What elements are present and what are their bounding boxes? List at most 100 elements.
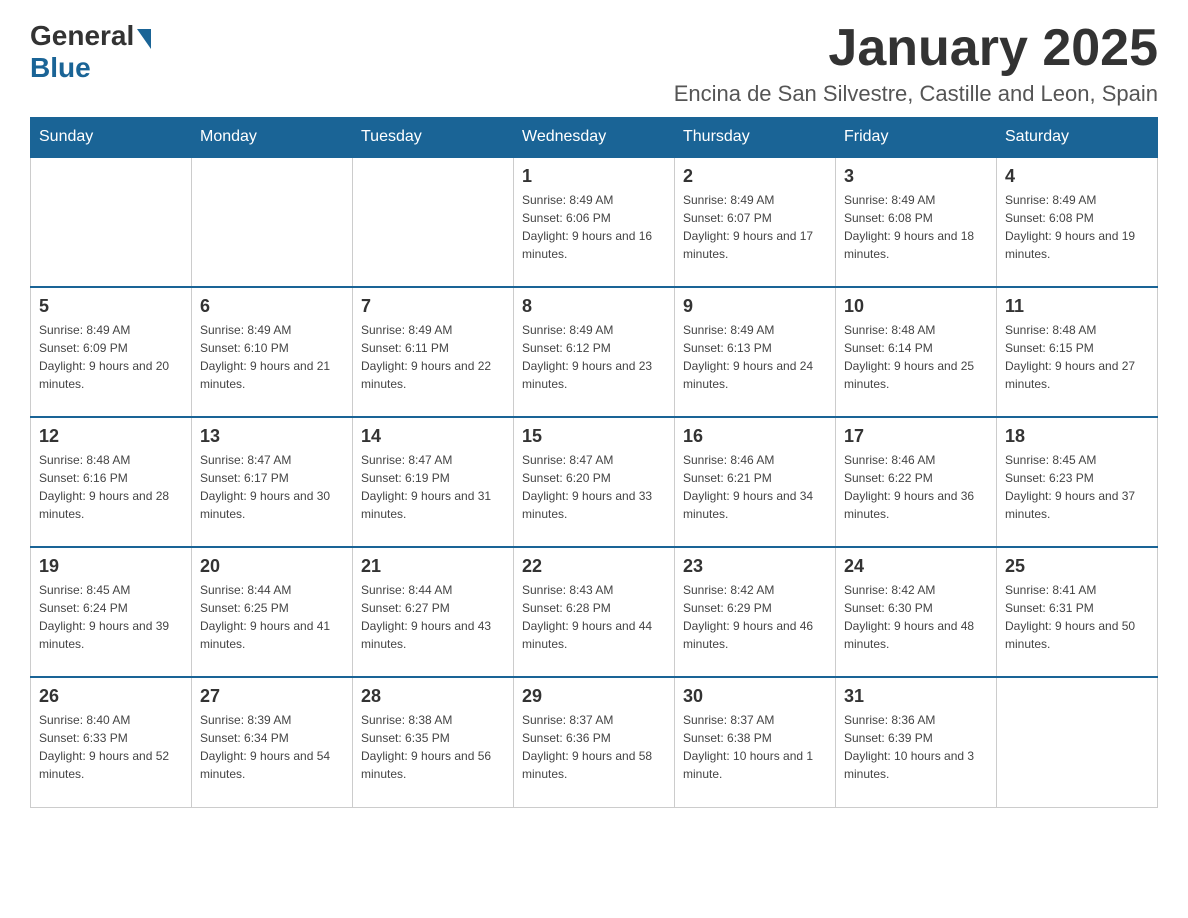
calendar-week-row: 26 Sunrise: 8:40 AM Sunset: 6:33 PM Dayli… (31, 677, 1158, 807)
day-number: 6 (200, 296, 344, 317)
calendar-day-cell: 5 Sunrise: 8:49 AM Sunset: 6:09 PM Daylig… (31, 287, 192, 417)
calendar-week-row: 12Sunrise: 8:48 AM Sunset: 6:16 PM Dayli… (31, 417, 1158, 547)
calendar-day-cell (353, 157, 514, 287)
day-info: Sunrise: 8:42 AM Sunset: 6:30 PM Dayligh… (844, 581, 988, 653)
calendar-day-cell: 14 Sunrise: 8:47 AM Sunset: 6:19 PM Dayli… (353, 417, 514, 547)
calendar-header-row: SundayMondayTuesdayWednesdayThursdayFrid… (31, 118, 1158, 158)
calendar-day-cell: 12Sunrise: 8:48 AM Sunset: 6:16 PM Dayli… (31, 417, 192, 547)
day-info: Sunrise: 8:47 AM Sunset: 6:17 PM Dayligh… (200, 451, 344, 523)
calendar-day-cell: 15Sunrise: 8:47 AM Sunset: 6:20 PM Dayli… (514, 417, 675, 547)
page-header: General Blue January 2025 Encina de San … (30, 20, 1158, 107)
calendar-day-cell: 28 Sunrise: 8:38 AM Sunset: 6:35 PM Dayli… (353, 677, 514, 807)
title-section: January 2025 Encina de San Silvestre, Ca… (674, 20, 1158, 107)
day-number: 26 (39, 686, 183, 707)
day-info: Sunrise: 8:40 AM Sunset: 6:33 PM Dayligh… (39, 711, 183, 783)
day-info: Sunrise: 8:47 AM Sunset: 6:19 PM Dayligh… (361, 451, 505, 523)
day-info: Sunrise: 8:49 AM Sunset: 6:09 PM Dayligh… (39, 321, 183, 393)
day-number: 27 (200, 686, 344, 707)
day-info: Sunrise: 8:37 AM Sunset: 6:36 PM Dayligh… (522, 711, 666, 783)
calendar-day-header: Tuesday (353, 118, 514, 158)
day-info: Sunrise: 8:49 AM Sunset: 6:11 PM Dayligh… (361, 321, 505, 393)
day-number: 9 (683, 296, 827, 317)
day-number: 19 (39, 556, 183, 577)
calendar-day-header: Saturday (997, 118, 1158, 158)
calendar-day-cell: 29 Sunrise: 8:37 AM Sunset: 6:36 PM Dayli… (514, 677, 675, 807)
calendar-day-cell: 9 Sunrise: 8:49 AM Sunset: 6:13 PM Daylig… (675, 287, 836, 417)
calendar-day-cell: 30 Sunrise: 8:37 AM Sunset: 6:38 PM Dayli… (675, 677, 836, 807)
day-number: 16 (683, 426, 827, 447)
day-number: 13 (200, 426, 344, 447)
calendar-day-header: Monday (192, 118, 353, 158)
day-info: Sunrise: 8:44 AM Sunset: 6:27 PM Dayligh… (361, 581, 505, 653)
day-info: Sunrise: 8:48 AM Sunset: 6:15 PM Dayligh… (1005, 321, 1149, 393)
calendar-day-header: Thursday (675, 118, 836, 158)
day-number: 7 (361, 296, 505, 317)
day-info: Sunrise: 8:48 AM Sunset: 6:14 PM Dayligh… (844, 321, 988, 393)
day-number: 1 (522, 166, 666, 187)
day-number: 29 (522, 686, 666, 707)
day-info: Sunrise: 8:36 AM Sunset: 6:39 PM Dayligh… (844, 711, 988, 783)
calendar-day-cell: 1 Sunrise: 8:49 AM Sunset: 6:06 PM Daylig… (514, 157, 675, 287)
day-number: 24 (844, 556, 988, 577)
month-title: January 2025 (674, 20, 1158, 77)
calendar-day-cell: 7 Sunrise: 8:49 AM Sunset: 6:11 PM Daylig… (353, 287, 514, 417)
calendar-day-cell: 10 Sunrise: 8:48 AM Sunset: 6:14 PM Dayli… (836, 287, 997, 417)
day-number: 20 (200, 556, 344, 577)
day-info: Sunrise: 8:49 AM Sunset: 6:08 PM Dayligh… (1005, 191, 1149, 263)
calendar-day-header: Wednesday (514, 118, 675, 158)
day-number: 2 (683, 166, 827, 187)
calendar-day-header: Sunday (31, 118, 192, 158)
day-info: Sunrise: 8:43 AM Sunset: 6:28 PM Dayligh… (522, 581, 666, 653)
day-number: 31 (844, 686, 988, 707)
calendar-day-cell: 18Sunrise: 8:45 AM Sunset: 6:23 PM Dayli… (997, 417, 1158, 547)
calendar-day-cell: 19Sunrise: 8:45 AM Sunset: 6:24 PM Dayli… (31, 547, 192, 677)
location-title: Encina de San Silvestre, Castille and Le… (674, 81, 1158, 107)
day-number: 5 (39, 296, 183, 317)
day-info: Sunrise: 8:45 AM Sunset: 6:23 PM Dayligh… (1005, 451, 1149, 523)
calendar-day-cell: 11Sunrise: 8:48 AM Sunset: 6:15 PM Dayli… (997, 287, 1158, 417)
day-info: Sunrise: 8:49 AM Sunset: 6:07 PM Dayligh… (683, 191, 827, 263)
day-info: Sunrise: 8:38 AM Sunset: 6:35 PM Dayligh… (361, 711, 505, 783)
day-info: Sunrise: 8:39 AM Sunset: 6:34 PM Dayligh… (200, 711, 344, 783)
day-info: Sunrise: 8:47 AM Sunset: 6:20 PM Dayligh… (522, 451, 666, 523)
calendar-day-cell: 27 Sunrise: 8:39 AM Sunset: 6:34 PM Dayli… (192, 677, 353, 807)
calendar-day-cell: 24 Sunrise: 8:42 AM Sunset: 6:30 PM Dayli… (836, 547, 997, 677)
calendar-day-cell: 6Sunrise: 8:49 AM Sunset: 6:10 PM Daylig… (192, 287, 353, 417)
day-number: 14 (361, 426, 505, 447)
logo-blue-text: Blue (30, 52, 91, 84)
day-number: 17 (844, 426, 988, 447)
day-number: 4 (1005, 166, 1149, 187)
day-number: 23 (683, 556, 827, 577)
day-info: Sunrise: 8:42 AM Sunset: 6:29 PM Dayligh… (683, 581, 827, 653)
calendar-day-cell: 21 Sunrise: 8:44 AM Sunset: 6:27 PM Dayli… (353, 547, 514, 677)
calendar-day-cell: 16Sunrise: 8:46 AM Sunset: 6:21 PM Dayli… (675, 417, 836, 547)
calendar-day-cell: 17Sunrise: 8:46 AM Sunset: 6:22 PM Dayli… (836, 417, 997, 547)
calendar-day-header: Friday (836, 118, 997, 158)
day-number: 25 (1005, 556, 1149, 577)
day-info: Sunrise: 8:49 AM Sunset: 6:06 PM Dayligh… (522, 191, 666, 263)
calendar-day-cell (192, 157, 353, 287)
calendar-day-cell: 20Sunrise: 8:44 AM Sunset: 6:25 PM Dayli… (192, 547, 353, 677)
logo-general-text: General (30, 20, 134, 52)
calendar-week-row: 19Sunrise: 8:45 AM Sunset: 6:24 PM Dayli… (31, 547, 1158, 677)
day-number: 10 (844, 296, 988, 317)
day-number: 30 (683, 686, 827, 707)
logo: General Blue (30, 20, 151, 84)
day-info: Sunrise: 8:41 AM Sunset: 6:31 PM Dayligh… (1005, 581, 1149, 653)
calendar-day-cell: 4 Sunrise: 8:49 AM Sunset: 6:08 PM Daylig… (997, 157, 1158, 287)
calendar-day-cell: 31 Sunrise: 8:36 AM Sunset: 6:39 PM Dayli… (836, 677, 997, 807)
day-info: Sunrise: 8:37 AM Sunset: 6:38 PM Dayligh… (683, 711, 827, 783)
day-number: 12 (39, 426, 183, 447)
calendar-day-cell: 2 Sunrise: 8:49 AM Sunset: 6:07 PM Daylig… (675, 157, 836, 287)
calendar-day-cell: 3Sunrise: 8:49 AM Sunset: 6:08 PM Daylig… (836, 157, 997, 287)
calendar-day-cell: 25 Sunrise: 8:41 AM Sunset: 6:31 PM Dayli… (997, 547, 1158, 677)
day-number: 21 (361, 556, 505, 577)
calendar-day-cell: 26 Sunrise: 8:40 AM Sunset: 6:33 PM Dayli… (31, 677, 192, 807)
day-info: Sunrise: 8:49 AM Sunset: 6:13 PM Dayligh… (683, 321, 827, 393)
day-info: Sunrise: 8:49 AM Sunset: 6:12 PM Dayligh… (522, 321, 666, 393)
calendar-day-cell (31, 157, 192, 287)
calendar-week-row: 1 Sunrise: 8:49 AM Sunset: 6:06 PM Daylig… (31, 157, 1158, 287)
calendar-day-cell: 23 Sunrise: 8:42 AM Sunset: 6:29 PM Dayli… (675, 547, 836, 677)
day-number: 28 (361, 686, 505, 707)
logo-arrow-icon (137, 29, 151, 49)
